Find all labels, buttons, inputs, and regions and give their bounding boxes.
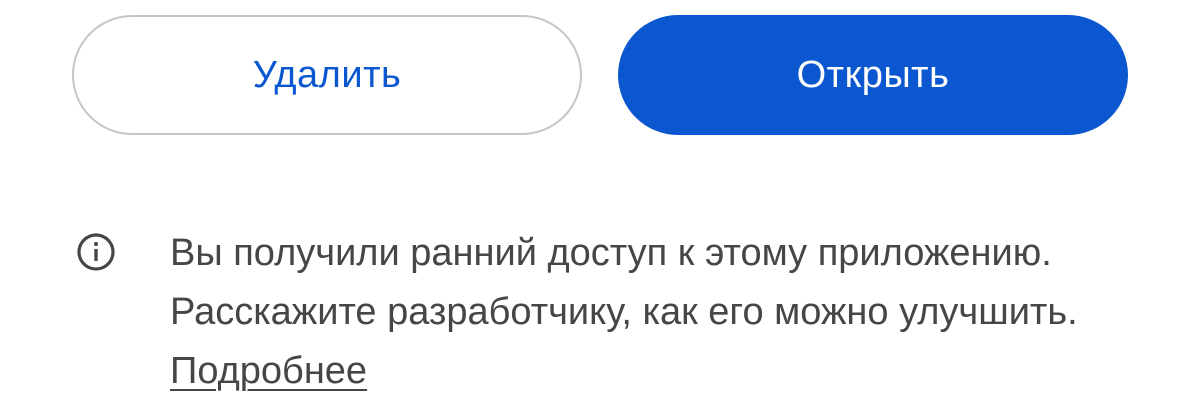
learn-more-link[interactable]: Подробнее <box>170 350 367 392</box>
info-icon <box>76 232 116 272</box>
open-button[interactable]: Открыть <box>618 15 1128 135</box>
action-buttons: Удалить Открыть <box>72 15 1128 135</box>
uninstall-button[interactable]: Удалить <box>72 15 582 135</box>
notice-message: Вы получили ранний доступ к этому прилож… <box>170 232 1078 333</box>
notice-text: Вы получили ранний доступ к этому прилож… <box>170 224 1170 401</box>
open-button-label: Открыть <box>796 53 950 96</box>
uninstall-button-label: Удалить <box>252 53 402 96</box>
